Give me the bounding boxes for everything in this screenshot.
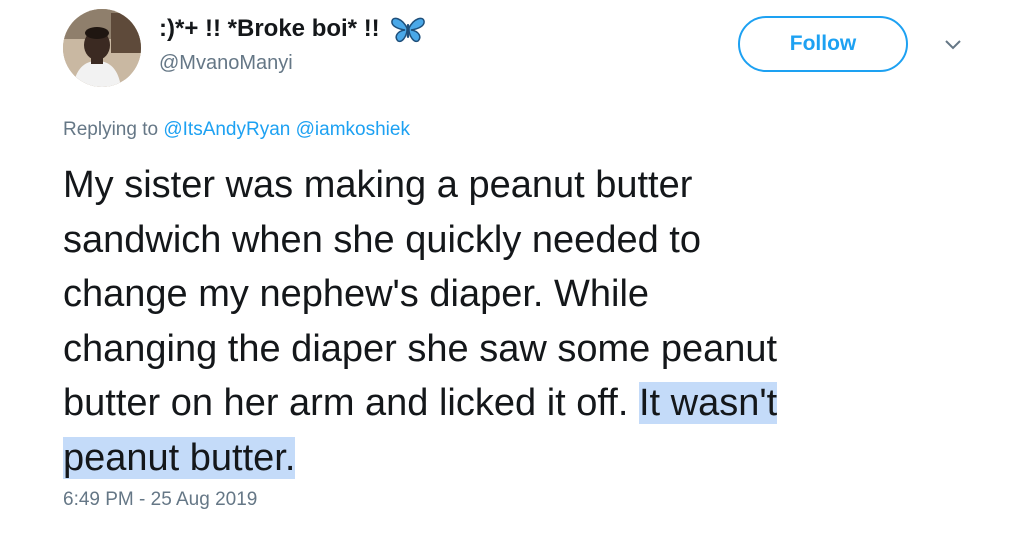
- butterfly-icon: [390, 15, 426, 43]
- tweet-timestamp[interactable]: 6:49 PM - 25 Aug 2019: [63, 489, 257, 511]
- tweet-text-line: My sister was making a peanut butter: [63, 164, 693, 206]
- follow-button[interactable]: Follow: [738, 16, 908, 72]
- tweet-text-line: butter on her arm and licked it off. It …: [63, 376, 963, 431]
- tweet-text-segment: butter on her arm and licked it off.: [63, 382, 629, 424]
- tweet-text-line: peanut butter.: [63, 431, 963, 486]
- mention-link[interactable]: @iamkoshiek: [296, 119, 410, 140]
- author-name-row: :)*+ !! *Broke boi* !!: [159, 12, 426, 46]
- tweet-text-line: changing the diaper she saw some peanut: [63, 327, 778, 370]
- highlighted-text: It wasn't: [638, 382, 778, 424]
- display-name[interactable]: :)*+ !! *Broke boi* !!: [159, 15, 380, 43]
- chevron-down-icon[interactable]: [940, 34, 966, 54]
- avatar-photo: [63, 9, 141, 87]
- reply-prefix: Replying to: [63, 119, 159, 140]
- highlighted-text: peanut butter.: [63, 436, 296, 479]
- tweet-text: My sister was making a peanut butter san…: [63, 158, 963, 485]
- author-handle[interactable]: @MvanoManyi: [159, 52, 293, 75]
- tweet-text-line: change my nephew's diaper. While: [63, 273, 650, 315]
- mention-link[interactable]: @ItsAndyRyan: [163, 119, 290, 140]
- avatar[interactable]: [63, 9, 141, 87]
- tweet-text-line: sandwich when she quickly needed to: [63, 218, 701, 261]
- reply-context: Replying to @ItsAndyRyan @iamkoshiek: [63, 119, 410, 141]
